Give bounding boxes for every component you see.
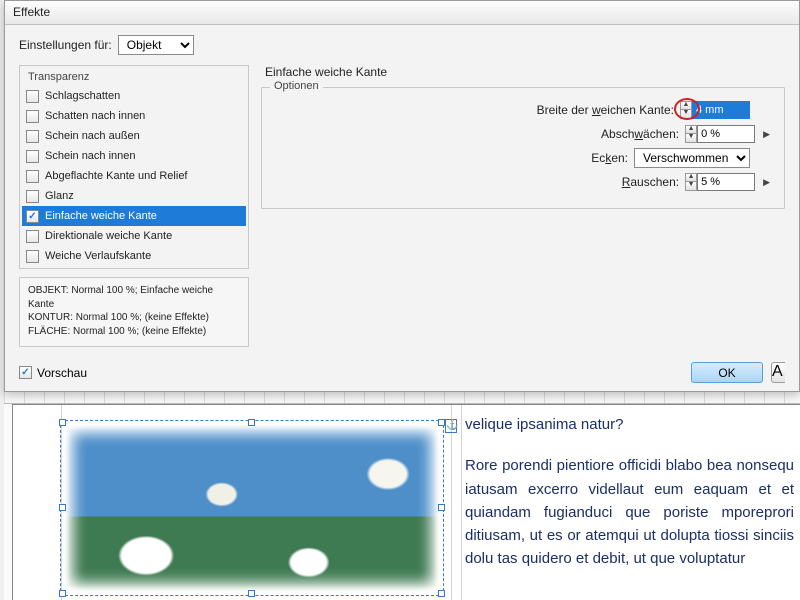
resize-handle[interactable] bbox=[438, 419, 445, 426]
resize-handle[interactable] bbox=[59, 504, 66, 511]
noise-stepper[interactable]: ▲ ▼ bbox=[685, 173, 755, 191]
feather-width-label: Breite der weichen Kante: bbox=[537, 103, 674, 117]
effect-label: Direktionale weiche Kante bbox=[45, 230, 172, 242]
effect-checkbox[interactable] bbox=[26, 150, 39, 163]
resize-handle[interactable] bbox=[438, 590, 445, 597]
summary-line: KONTUR: Normal 100 %; (keine Effekte) bbox=[28, 311, 240, 325]
resize-handle[interactable] bbox=[59, 590, 66, 597]
options-fieldset: Optionen Breite der weichen Kante: ▲ ▼ bbox=[261, 87, 785, 209]
column-guide bbox=[461, 405, 462, 600]
attenuate-stepper[interactable]: ▲ ▼ bbox=[685, 125, 755, 143]
preview-checkbox-wrap[interactable]: Vorschau bbox=[19, 366, 87, 380]
effect-item[interactable]: Weiche Verlaufskante bbox=[22, 246, 246, 266]
resize-handle[interactable] bbox=[248, 419, 255, 426]
flyout-icon[interactable]: ▶ bbox=[763, 129, 770, 140]
attenuate-input[interactable] bbox=[697, 125, 755, 143]
effect-item[interactable]: Abgeflachte Kante und Relief bbox=[22, 166, 246, 186]
dialog-title: Effekte bbox=[5, 1, 799, 25]
feather-width-stepper[interactable]: ▲ ▼ bbox=[680, 101, 750, 119]
effect-item[interactable]: Einfache weiche Kante bbox=[22, 206, 246, 226]
effect-checkbox[interactable] bbox=[26, 170, 39, 183]
effect-checkbox[interactable] bbox=[26, 190, 39, 203]
summary-line: FLÄCHE: Normal 100 %; (keine Effekte) bbox=[28, 325, 240, 339]
text-heading-fragment: velique ipsanima natur? bbox=[465, 413, 794, 436]
effect-checkbox[interactable] bbox=[26, 110, 39, 123]
settings-for-select[interactable]: Objekt bbox=[118, 35, 194, 55]
effects-group: Transparenz Schlagschatten Schatten nach … bbox=[19, 65, 249, 269]
page: ⚓ velique ipsanima natur? Rore porendi p… bbox=[12, 404, 800, 600]
effect-label: Schlagschatten bbox=[45, 90, 120, 102]
effect-checkbox[interactable] bbox=[26, 90, 39, 103]
effect-label: Glanz bbox=[45, 190, 74, 202]
noise-label: Rauschen: bbox=[622, 175, 679, 189]
attenuate-label: Abschwächen: bbox=[601, 127, 679, 141]
resize-handle[interactable] bbox=[59, 419, 66, 426]
effect-checkbox[interactable] bbox=[26, 210, 39, 223]
effects-summary: OBJEKT: Normal 100 %; Einfache weiche Ka… bbox=[19, 277, 249, 347]
effect-checkbox[interactable] bbox=[26, 250, 39, 263]
ok-button[interactable]: OK bbox=[691, 362, 763, 383]
preview-checkbox[interactable] bbox=[19, 366, 32, 379]
effect-item[interactable]: Schein nach innen bbox=[22, 146, 246, 166]
column-guide bbox=[451, 405, 452, 600]
effect-label: Schein nach innen bbox=[45, 150, 136, 162]
effect-item[interactable]: Direktionale weiche Kante bbox=[22, 226, 246, 246]
resize-handle[interactable] bbox=[438, 504, 445, 511]
image-frame[interactable] bbox=[63, 423, 441, 593]
effect-checkbox[interactable] bbox=[26, 230, 39, 243]
selection-outline bbox=[60, 420, 444, 596]
stepper-down-icon[interactable]: ▼ bbox=[685, 134, 697, 143]
options-legend: Optionen bbox=[270, 80, 323, 92]
preview-label: Vorschau bbox=[37, 366, 87, 380]
stepper-down-icon[interactable]: ▼ bbox=[680, 110, 692, 119]
effect-label: Abgeflachte Kante und Relief bbox=[45, 170, 188, 182]
anchor-icon: ⚓ bbox=[445, 419, 457, 433]
ruler-horizontal bbox=[4, 392, 800, 404]
effect-item[interactable]: Schein nach außen bbox=[22, 126, 246, 146]
summary-line: OBJEKT: Normal 100 %; Einfache weiche Ka… bbox=[28, 284, 240, 311]
corners-label: Ecken: bbox=[591, 151, 628, 165]
effect-label: Weiche Verlaufskante bbox=[45, 250, 151, 262]
effects-dialog: Effekte Einstellungen für: Objekt Transp… bbox=[4, 0, 800, 392]
text-column: velique ipsanima natur? Rore porendi pie… bbox=[463, 413, 800, 600]
stepper-down-icon[interactable]: ▼ bbox=[685, 182, 697, 191]
noise-input[interactable] bbox=[697, 173, 755, 191]
flyout-icon[interactable]: ▶ bbox=[763, 177, 770, 188]
cancel-button-partial[interactable]: A bbox=[771, 362, 785, 383]
corners-select[interactable]: Verschwommen bbox=[634, 148, 750, 168]
effect-item[interactable]: Schlagschatten bbox=[22, 86, 246, 106]
effect-checkbox[interactable] bbox=[26, 130, 39, 143]
document-canvas: ⚓ velique ipsanima natur? Rore porendi p… bbox=[4, 392, 800, 600]
settings-for-label: Einstellungen für: bbox=[19, 38, 112, 52]
feather-width-input[interactable] bbox=[692, 101, 750, 119]
body-text: Rore porendi pientiore officidi blabo be… bbox=[465, 454, 794, 570]
resize-handle[interactable] bbox=[248, 590, 255, 597]
effect-label: Einfache weiche Kante bbox=[45, 210, 157, 222]
effects-group-title: Transparenz bbox=[22, 68, 246, 86]
panel-heading: Einfache weiche Kante bbox=[265, 65, 785, 79]
effect-label: Schein nach außen bbox=[45, 130, 140, 142]
effect-item[interactable]: Schatten nach innen bbox=[22, 106, 246, 126]
effect-label: Schatten nach innen bbox=[45, 110, 145, 122]
effect-item[interactable]: Glanz bbox=[22, 186, 246, 206]
